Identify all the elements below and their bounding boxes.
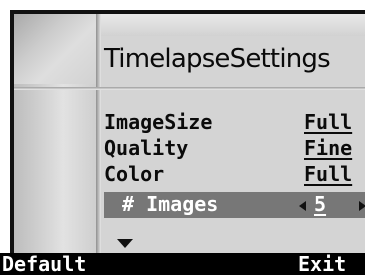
sash-corner-shading — [14, 14, 96, 84]
setting-value[interactable]: 5 — [314, 192, 326, 216]
lcd-screen: TimelapseSettings ImageSize Full Quality… — [10, 10, 365, 275]
setting-value[interactable]: Full — [304, 162, 352, 186]
exit-softkey[interactable]: Exit — [298, 253, 346, 275]
setting-value[interactable]: Fine — [304, 136, 352, 160]
setting-label: ImageSize — [104, 110, 213, 134]
setting-label: Color — [104, 162, 165, 186]
default-softkey[interactable]: Default — [2, 253, 86, 275]
down-arrow-icon — [117, 239, 133, 248]
setting-row-images-selected[interactable]: # Images 5 — [104, 192, 365, 218]
setting-row-quality[interactable]: Quality Fine — [104, 136, 365, 162]
header-divider — [14, 87, 365, 90]
setting-row-imagesize[interactable]: ImageSize Full — [104, 110, 365, 136]
setting-row-color[interactable]: Color Full — [104, 162, 365, 188]
screen-title: TimelapseSettings — [104, 44, 331, 74]
setting-value[interactable]: Full — [304, 110, 352, 134]
setting-label: # Images — [122, 192, 219, 216]
left-arrow-icon[interactable] — [299, 201, 306, 211]
setting-label: Quality — [104, 136, 189, 160]
right-arrow-icon[interactable] — [359, 201, 365, 211]
sash-edge — [96, 14, 101, 254]
softkey-bar: Default Exit — [0, 253, 365, 275]
